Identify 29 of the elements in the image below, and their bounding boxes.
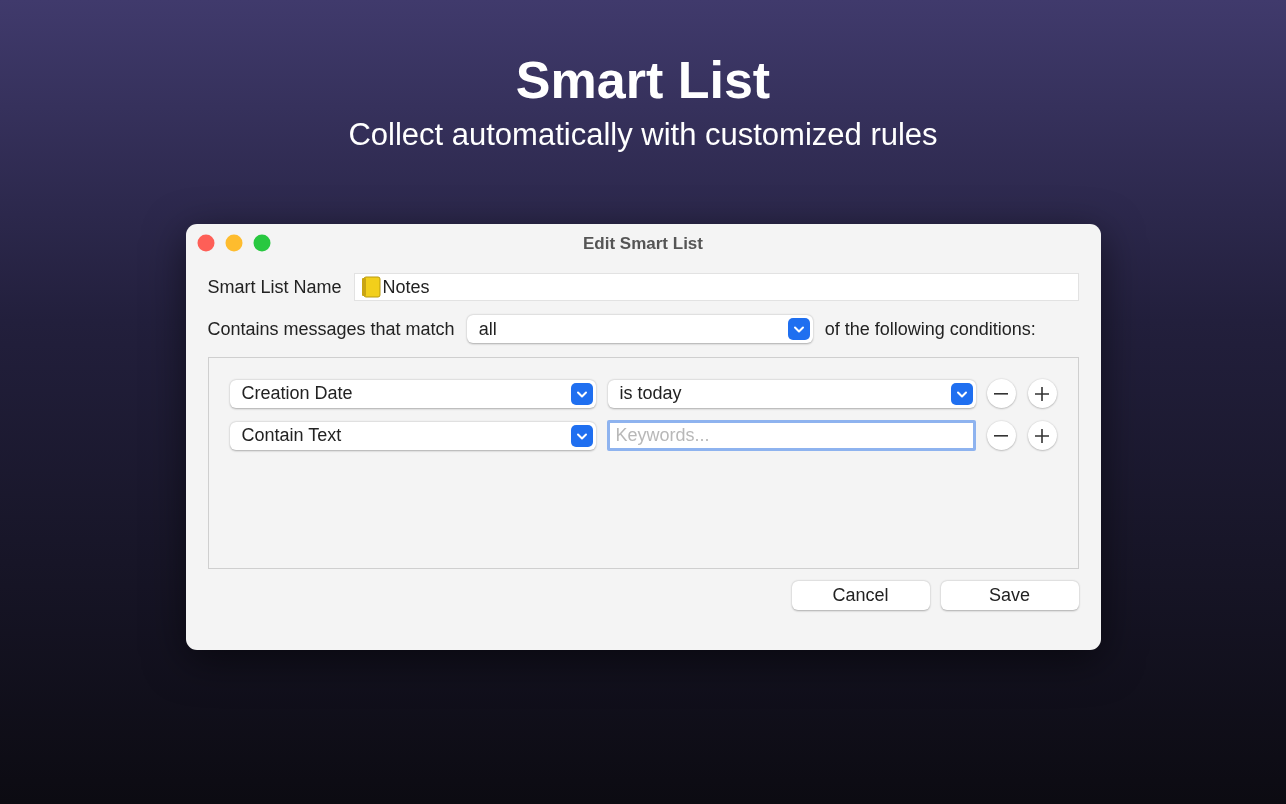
field-popup[interactable]: Creation Date xyxy=(229,379,596,408)
keywords-field[interactable]: Keywords... xyxy=(606,420,976,451)
chevron-icon xyxy=(950,382,973,405)
minus-icon xyxy=(994,392,1008,395)
chevron-icon xyxy=(570,382,593,405)
remove-button[interactable] xyxy=(986,421,1016,450)
hero-subtitle: Collect automatically with customized rules xyxy=(348,116,938,154)
field-popup[interactable]: Contain Text xyxy=(229,421,596,450)
notebook-icon xyxy=(360,276,381,298)
cancel-button[interactable]: Cancel xyxy=(791,581,930,610)
plus-icon xyxy=(1035,428,1049,443)
chevron-icon xyxy=(787,318,810,340)
chevron-icon xyxy=(570,424,593,447)
name-label: Smart List Name xyxy=(207,276,342,298)
operator-popup[interactable]: is today xyxy=(607,379,976,408)
hero-title: Smart List xyxy=(515,50,771,110)
remove-button[interactable] xyxy=(986,379,1016,408)
conditions-label: of the following conditions: xyxy=(824,318,1036,340)
minus-icon xyxy=(994,434,1008,437)
add-button[interactable] xyxy=(1027,421,1057,450)
save-button[interactable]: Save xyxy=(940,581,1079,610)
name-field[interactable]: Notes xyxy=(353,273,1079,301)
plus-icon xyxy=(1035,386,1049,401)
match-popup[interactable]: all xyxy=(466,315,813,343)
close-button[interactable] xyxy=(196,234,215,252)
zoom-button[interactable] xyxy=(252,234,271,252)
window-title: Edit Smart List xyxy=(583,234,703,253)
match-label: Contains messages that match xyxy=(207,318,455,340)
add-button[interactable] xyxy=(1027,379,1057,408)
